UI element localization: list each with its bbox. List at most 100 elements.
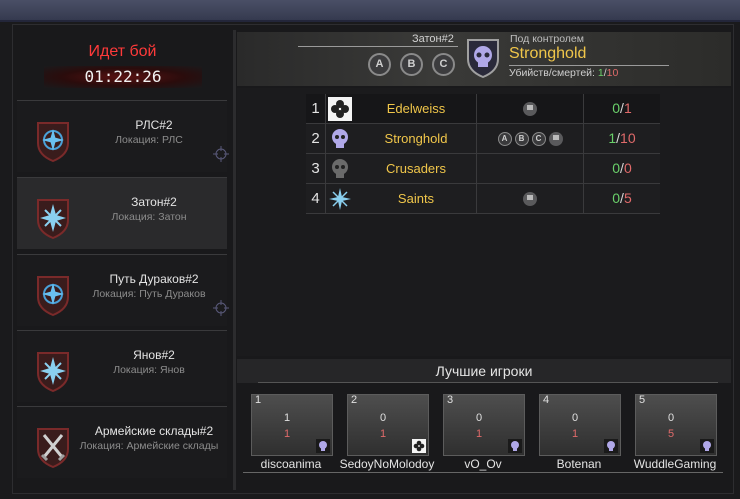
control-divider [509,65,669,66]
location-name: Янов#2 [133,348,175,362]
location-subtitle: Локация: Путь Дураков [92,288,206,300]
team-captures: A B C [476,124,584,153]
capture-point-b: B [514,131,529,146]
target-icon [213,146,229,162]
player-kills: 0 [380,412,387,424]
shield-compass-icon [37,276,69,317]
player-card[interactable]: 1 1 1 [251,394,333,456]
team-kills: 0 [612,190,621,206]
shield-star-icon [37,199,69,240]
battle-status: Идет бой 01:22:26 [14,30,231,98]
skull-icon [316,439,330,453]
flag-icon [523,101,537,116]
location-subtitle: Локация: РЛС [115,134,183,146]
clover-icon [328,97,352,121]
team-name: Stronghold [384,131,448,146]
shield-compass-icon [37,122,69,163]
location-header: Затон#2 A B C Под контролем Stronghold У… [237,32,731,86]
team-kd: 0/1 [584,94,660,123]
shield-swords-icon [37,428,69,469]
player-card[interactable]: 4 0 1 [539,394,621,456]
team-rank: 1 [306,94,326,123]
player-deaths: 1 [476,428,483,440]
location-item-put-durakov[interactable]: Путь Дураков#2 Локация: Путь Дураков [17,254,229,326]
player-kills: 1 [284,412,291,424]
location-name: Армейские склады#2 [94,424,214,438]
team-kd: 1/10 [584,124,660,153]
player-kills: 0 [572,412,579,424]
shield-star-icon [37,352,69,393]
capture-point-c: C [531,131,546,146]
player-name: Botenan [531,457,627,473]
location-subtitle: Локация: Янов [113,364,185,376]
player-name: WuddleGaming [627,457,723,473]
flag-icon [548,131,563,146]
team-captures [476,184,584,213]
table-row[interactable]: 1 Edelweiss 0/1 [306,94,660,124]
team-kills: 0 [612,100,621,116]
table-row[interactable]: 3 Crusaders 0/0 [306,154,660,184]
location-item-zaton[interactable]: Затон#2 Локация: Затон [17,177,227,249]
battle-timer: 01:22:26 [44,66,202,88]
location-item-armeyskie-sklady[interactable]: Армейские склады#2 Локация: Армейские ск… [17,406,227,478]
table-row[interactable]: 2 Stronghold A B C 1/10 [306,124,660,154]
battle-status-title: Идет бой [88,43,157,60]
best-players-title: Лучшие игроки [435,363,533,379]
team-rank: 4 [306,184,326,213]
capture-point-b: B [400,53,423,76]
team-rank: 2 [306,124,326,153]
capture-point-c: C [432,53,455,76]
player-card[interactable]: 2 0 1 [347,394,429,456]
player-deaths: 1 [380,428,387,440]
team-captures [476,154,584,183]
player-name: discoanima [243,457,339,473]
location-name: Путь Дураков#2 [109,272,199,286]
skull-icon [332,129,348,148]
clover-icon [412,439,426,453]
skull-icon [604,439,618,453]
player-deaths: 1 [572,428,579,440]
player-rank: 5 [639,394,646,406]
control-team: Stronghold [509,45,587,62]
kill-death-stat: Убийств/смертей: 1/10 [509,67,618,79]
player-deaths: 5 [668,428,675,440]
team-captures [476,94,584,123]
location-item-rls[interactable]: РЛС#2 Локация: РЛС [17,100,229,172]
current-location-label: Затон#2 [412,33,454,45]
team-rank: 3 [306,154,326,183]
team-name: Crusaders [386,161,446,176]
team-kd: 0/0 [584,154,660,183]
player-deaths: 1 [284,428,291,440]
team-kills: 0 [612,160,621,176]
locations-panel: Идет бой 01:22:26 РЛС#2 Локация: РЛС Зат… [14,30,231,490]
location-name: Затон#2 [131,195,177,209]
kill-death-label: Убийств/смертей: [509,67,595,79]
location-name: РЛС#2 [135,118,173,132]
team-deaths: 1 [623,100,632,116]
player-card[interactable]: 5 0 5 [635,394,717,456]
player-rank: 3 [447,394,454,406]
player-kills: 0 [668,412,675,424]
skull-gray-icon [332,159,348,178]
player-name: SedoyNoMolodoy [339,457,435,473]
flag-icon [523,191,537,206]
team-standings-table: 1 Edelweiss 0/1 2 Stronghold A B C 1/10 … [306,94,660,214]
best-players-divider [258,382,718,383]
control-label: Под контролем [510,33,584,45]
deaths-value: 10 [606,67,619,79]
location-subtitle: Локация: Армейские склады [79,440,219,452]
skull-icon [700,439,714,453]
team-name: Edelweiss [386,101,446,116]
location-item-yanov[interactable]: Янов#2 Локация: Янов [17,330,227,402]
star-icon [329,188,351,210]
player-rank: 1 [255,394,262,406]
team-kills: 1 [608,130,617,146]
player-rank: 4 [543,394,550,406]
table-row[interactable]: 4 Saints 0/5 [306,184,660,214]
skull-icon [508,439,522,453]
capture-point-a: A [497,131,512,146]
header-divider [298,46,458,47]
player-card[interactable]: 3 0 1 [443,394,525,456]
skull-shield-icon [467,39,499,79]
location-subtitle: Локация: Затон [111,211,187,223]
